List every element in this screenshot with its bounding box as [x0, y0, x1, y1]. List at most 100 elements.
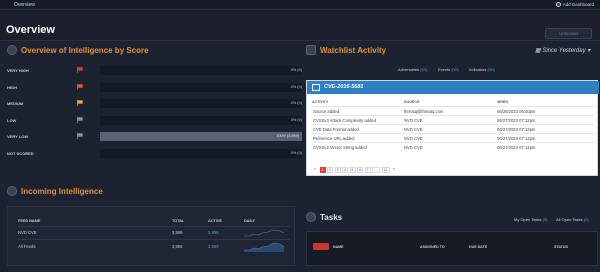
cve-id[interactable]: CVE-2016-5681: [324, 84, 363, 90]
vulnerability-icon: [312, 84, 320, 91]
tab-events[interactable]: Events (0/0): [438, 67, 459, 72]
tab-count: (0/0): [420, 68, 428, 72]
score-label: HIGH: [7, 84, 17, 90]
page-button[interactable]: 4: [342, 167, 348, 173]
watchlist-card: CVE-2016-5681 ACTIVITY SOURCE WHEN Sourc…: [306, 80, 599, 176]
feed-active[interactable]: 3,959: [208, 230, 218, 235]
score-label: VERY HIGH: [7, 68, 29, 73]
page-button[interactable]: 1: [319, 167, 326, 173]
tab-label: Adversaries: [398, 67, 420, 72]
activity-when: 06/28/2023 06:40pm: [497, 109, 536, 114]
since-label: Since Yesterday: [542, 48, 586, 54]
page-title: Overview: [6, 24, 55, 36]
score-bar-track: [100, 99, 302, 108]
feed-active[interactable]: 3,959: [208, 244, 218, 249]
score-bar-track: [100, 82, 302, 92]
filter-label: All Open Tasks: [556, 217, 583, 222]
col-source[interactable]: SOURCE: [404, 100, 419, 104]
watchlist-title: Watchlist Activity: [320, 46, 387, 55]
feed-total: 3,959: [172, 230, 183, 235]
filter-label: My Open Tasks: [514, 217, 542, 222]
tab-indicators[interactable]: Indicators (0/0): [469, 67, 495, 72]
tab-overview[interactable]: Overview: [14, 2, 35, 8]
score-bar-fill: 100% (3,959): [100, 132, 302, 141]
daily-sparkline: [244, 242, 284, 252]
card-header[interactable]: CVE-2016-5681: [307, 81, 599, 94]
incoming-section-title: Incoming Intelligence: [21, 187, 103, 196]
activity-row: Source added threatq@threatq.com 06/28/2…: [311, 106, 595, 115]
activity-when: 06/27/2023 07:12pm: [497, 136, 536, 141]
activity-when: 06/27/2023 07:12pm: [497, 127, 536, 132]
activity-source: NVD CVE: [404, 145, 423, 150]
activity-source: threatq@threatq.com: [404, 109, 444, 114]
binoculars-icon: [306, 45, 316, 55]
page-button[interactable]: 5: [349, 167, 356, 173]
score-label: VERY LOW: [7, 134, 29, 139]
page-button[interactable]: ...: [372, 167, 380, 173]
score-bar-track: [100, 66, 302, 75]
page-button[interactable]: 3: [334, 167, 341, 173]
score-row[interactable]: VERY HIGH 0% (0): [7, 66, 302, 75]
col-feed-name[interactable]: FEED NAME: [18, 219, 40, 223]
filter-count: (0): [583, 217, 589, 222]
tasks-title: Tasks: [320, 213, 343, 222]
my-open-tasks-filter[interactable]: My Open Tasks (0): [514, 217, 548, 222]
lock-button[interactable]: Unlocked: [545, 28, 592, 39]
feed-name[interactable]: NVD CVE: [18, 230, 37, 235]
page-button[interactable]: 6: [357, 167, 363, 173]
activity-source: NVD CVE: [404, 136, 423, 141]
feed-total: 3,959: [172, 244, 183, 249]
all-open-tasks-filter[interactable]: All Open Tasks (0): [556, 217, 589, 222]
gauge-icon: [7, 45, 17, 55]
score-label: LOW: [7, 117, 17, 123]
chevron-down-icon: ▾: [587, 48, 591, 54]
score-label: MEDIUM: [7, 101, 24, 106]
score-row[interactable]: VERY LOW 100% (3,959): [7, 132, 302, 141]
col-active[interactable]: ACTIVE: [208, 219, 222, 223]
score-row[interactable]: HIGH 0% (0): [7, 82, 302, 92]
gauge-icon: [7, 186, 17, 196]
tab-label: Events: [438, 67, 451, 72]
score-bar-track: [100, 148, 302, 158]
tab-count: (0/0): [451, 68, 459, 72]
feed-name[interactable]: All Feeds: [18, 244, 35, 249]
activity-source: NVD CVE: [404, 127, 423, 132]
lock-label: Unlocked: [559, 31, 578, 36]
add-dashboard-button[interactable]: + Add Dashboard: [555, 2, 594, 7]
score-row[interactable]: NOT SCORED 0% (0): [7, 148, 302, 158]
incoming-table: FEED NAME TOTAL ACTIVE DAILY NVD CVE 3,9…: [7, 206, 295, 266]
tab-adversaries[interactable]: Adversaries (0/0): [398, 67, 427, 72]
score-bar-track: [100, 115, 302, 125]
col-total[interactable]: TOTAL: [172, 219, 184, 223]
score-row[interactable]: MEDIUM 0% (0): [7, 99, 302, 108]
add-dashboard-label: Add Dashboard: [562, 2, 594, 7]
page-button[interactable]: 2: [327, 167, 333, 173]
activity-row: Reference URL added NVD CVE 06/27/2023 0…: [311, 133, 595, 142]
tasks-table: NAME ASSIGNED TO DUE DATE STATUS: [306, 231, 598, 266]
page-button[interactable]: «: [312, 167, 318, 173]
score-label: NOT SCORED: [7, 150, 34, 156]
col-name[interactable]: NAME: [333, 245, 344, 249]
score-percent: 100% (3,959): [276, 134, 299, 138]
activity-text: CVSSv2 Vector String added: [313, 145, 367, 150]
col-due-date[interactable]: DUE DATE: [469, 245, 487, 249]
score-percent: 0% (0): [290, 117, 302, 122]
tab-count: (0/0): [487, 68, 495, 72]
col-assigned-to[interactable]: ASSIGNED TO: [420, 245, 445, 249]
activity-text: Source added: [313, 109, 340, 114]
flag-icon: [77, 83, 83, 90]
score-row[interactable]: LOW 0% (0): [7, 115, 302, 125]
activity-text: CVSSv3 Attack Complexity added: [313, 118, 377, 123]
col-when[interactable]: WHEN: [497, 100, 508, 104]
select-all-checkbox[interactable]: [313, 243, 329, 250]
activity-source: NVD CVE: [404, 118, 423, 123]
flag-icon: [77, 100, 83, 106]
col-status[interactable]: STATUS: [554, 245, 568, 249]
page-button[interactable]: 12: [381, 167, 390, 173]
score-percent: 0% (0): [290, 84, 302, 89]
page-button[interactable]: »: [391, 167, 397, 173]
activity-row: CVE Data Format added NVD CVE 06/27/2023…: [311, 124, 595, 133]
col-activity: ACTIVITY: [312, 100, 329, 104]
since-dropdown[interactable]: ▦ Since Yesterday ▾: [535, 47, 590, 54]
page-button[interactable]: 7: [364, 167, 371, 173]
